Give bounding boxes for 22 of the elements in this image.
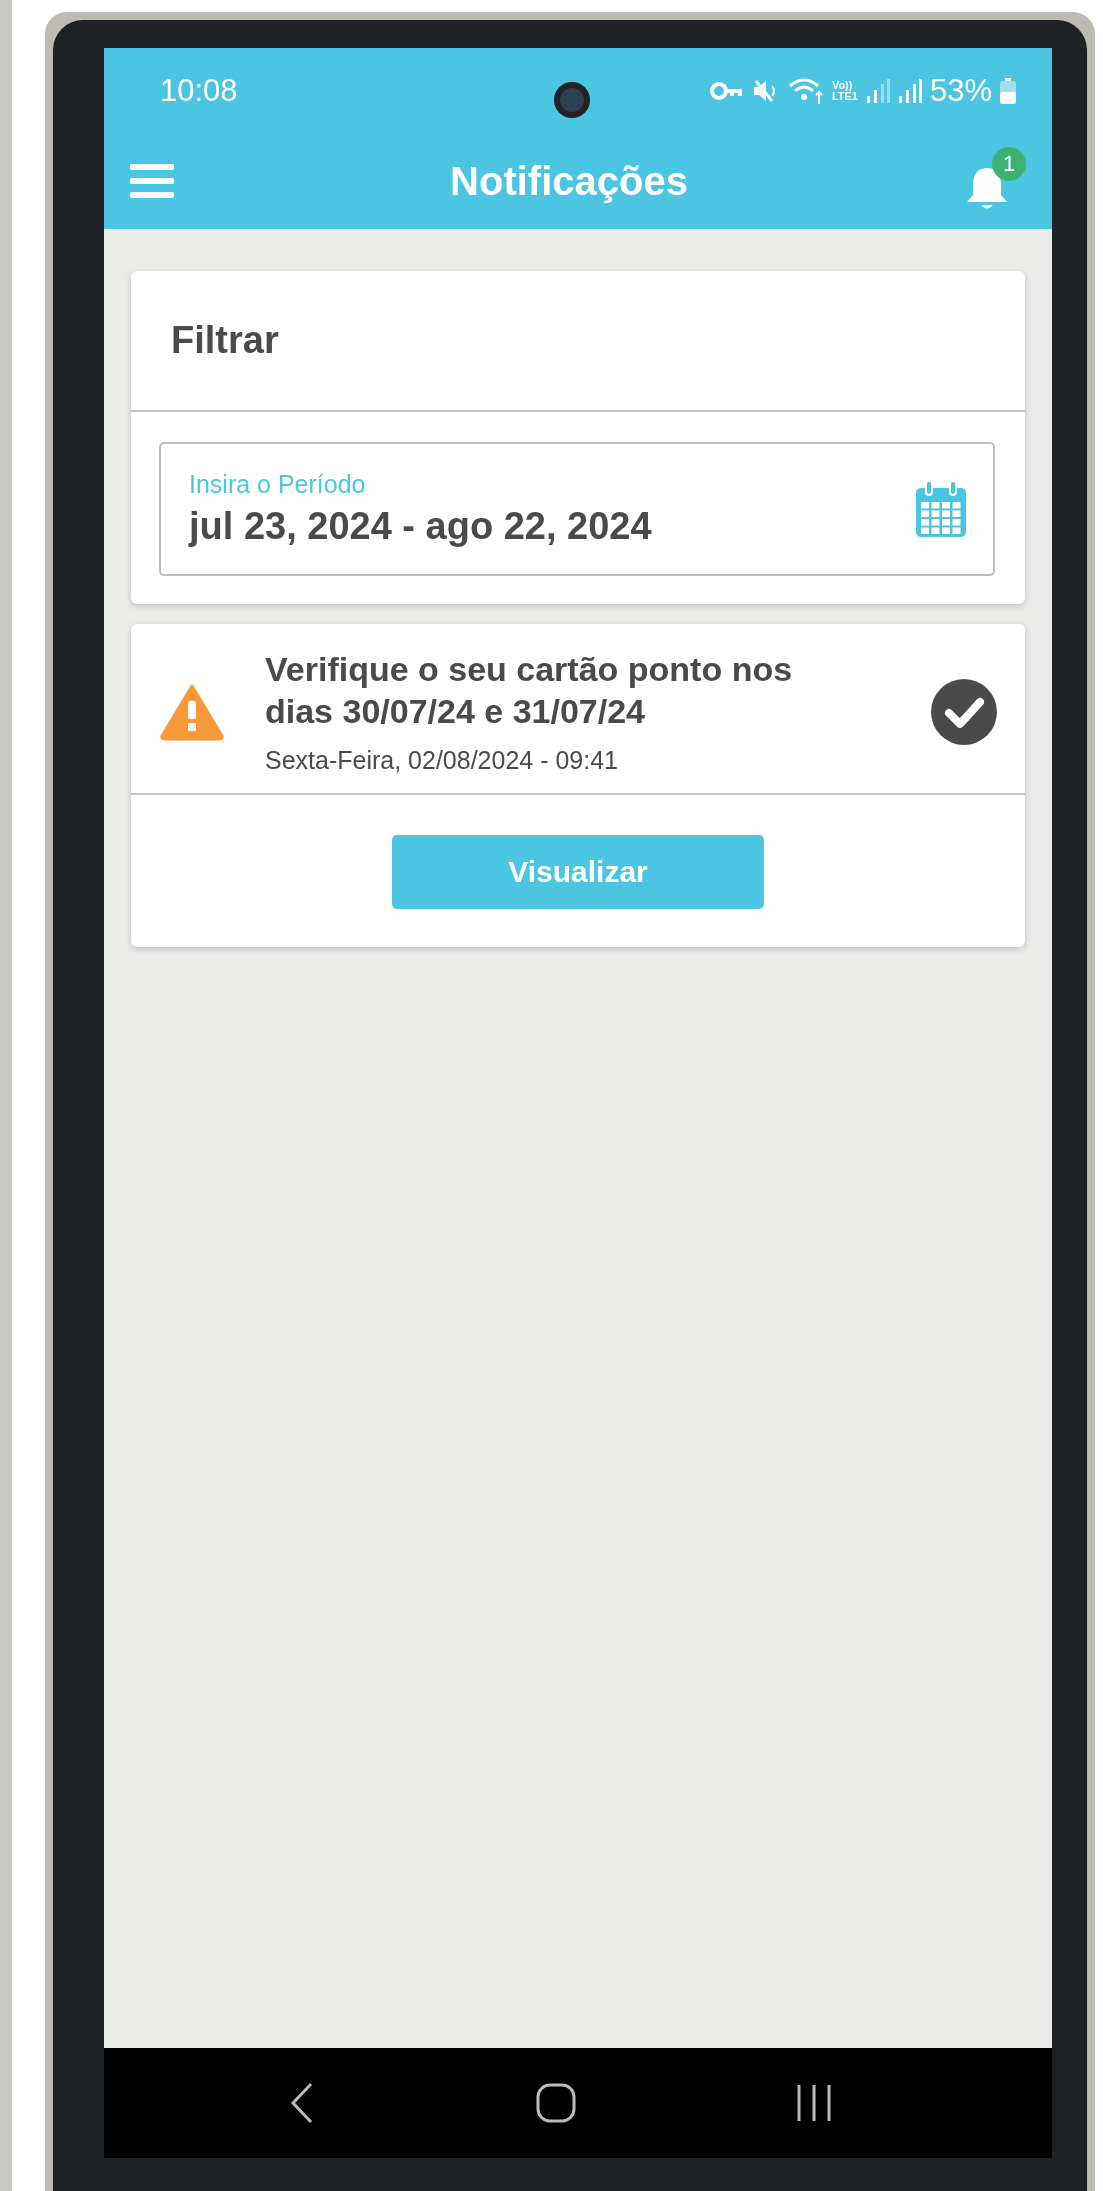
home-icon[interactable]: [535, 2083, 576, 2123]
recents-icon[interactable]: [796, 2083, 832, 2123]
battery-icon: [1000, 77, 1016, 104]
back-icon[interactable]: [289, 2082, 315, 2124]
field-label: Insira o Período: [189, 470, 367, 499]
signal-icon: [865, 77, 890, 104]
date-range-field[interactable]: Insira o Período jul 23, 2024 - ago 22, 2024: [159, 442, 995, 576]
notification-date: Sexta-Feira, 02/08/2024 - 09:41: [265, 746, 619, 775]
card-title: Filtrar: [171, 319, 279, 362]
warning-icon: [159, 682, 225, 741]
signal-icon: [897, 77, 922, 104]
notification-badge: 1: [992, 147, 1026, 181]
notification-title: Verifique o seu cartão ponto nos dias 30/07/24 e 31/07/24: [265, 649, 794, 732]
battery-percent: 53%: [929, 72, 992, 109]
wifi-icon: [787, 76, 824, 105]
field-value: jul 23, 2024 - ago 22, 2024: [189, 505, 653, 548]
network-label: LTE1: [831, 90, 858, 102]
network-label: Vo)): [831, 79, 854, 91]
screen-title: Notificações: [449, 158, 689, 204]
check-icon[interactable]: [931, 678, 997, 745]
status-time: 10:08: [160, 72, 238, 109]
key-icon: [709, 80, 744, 101]
